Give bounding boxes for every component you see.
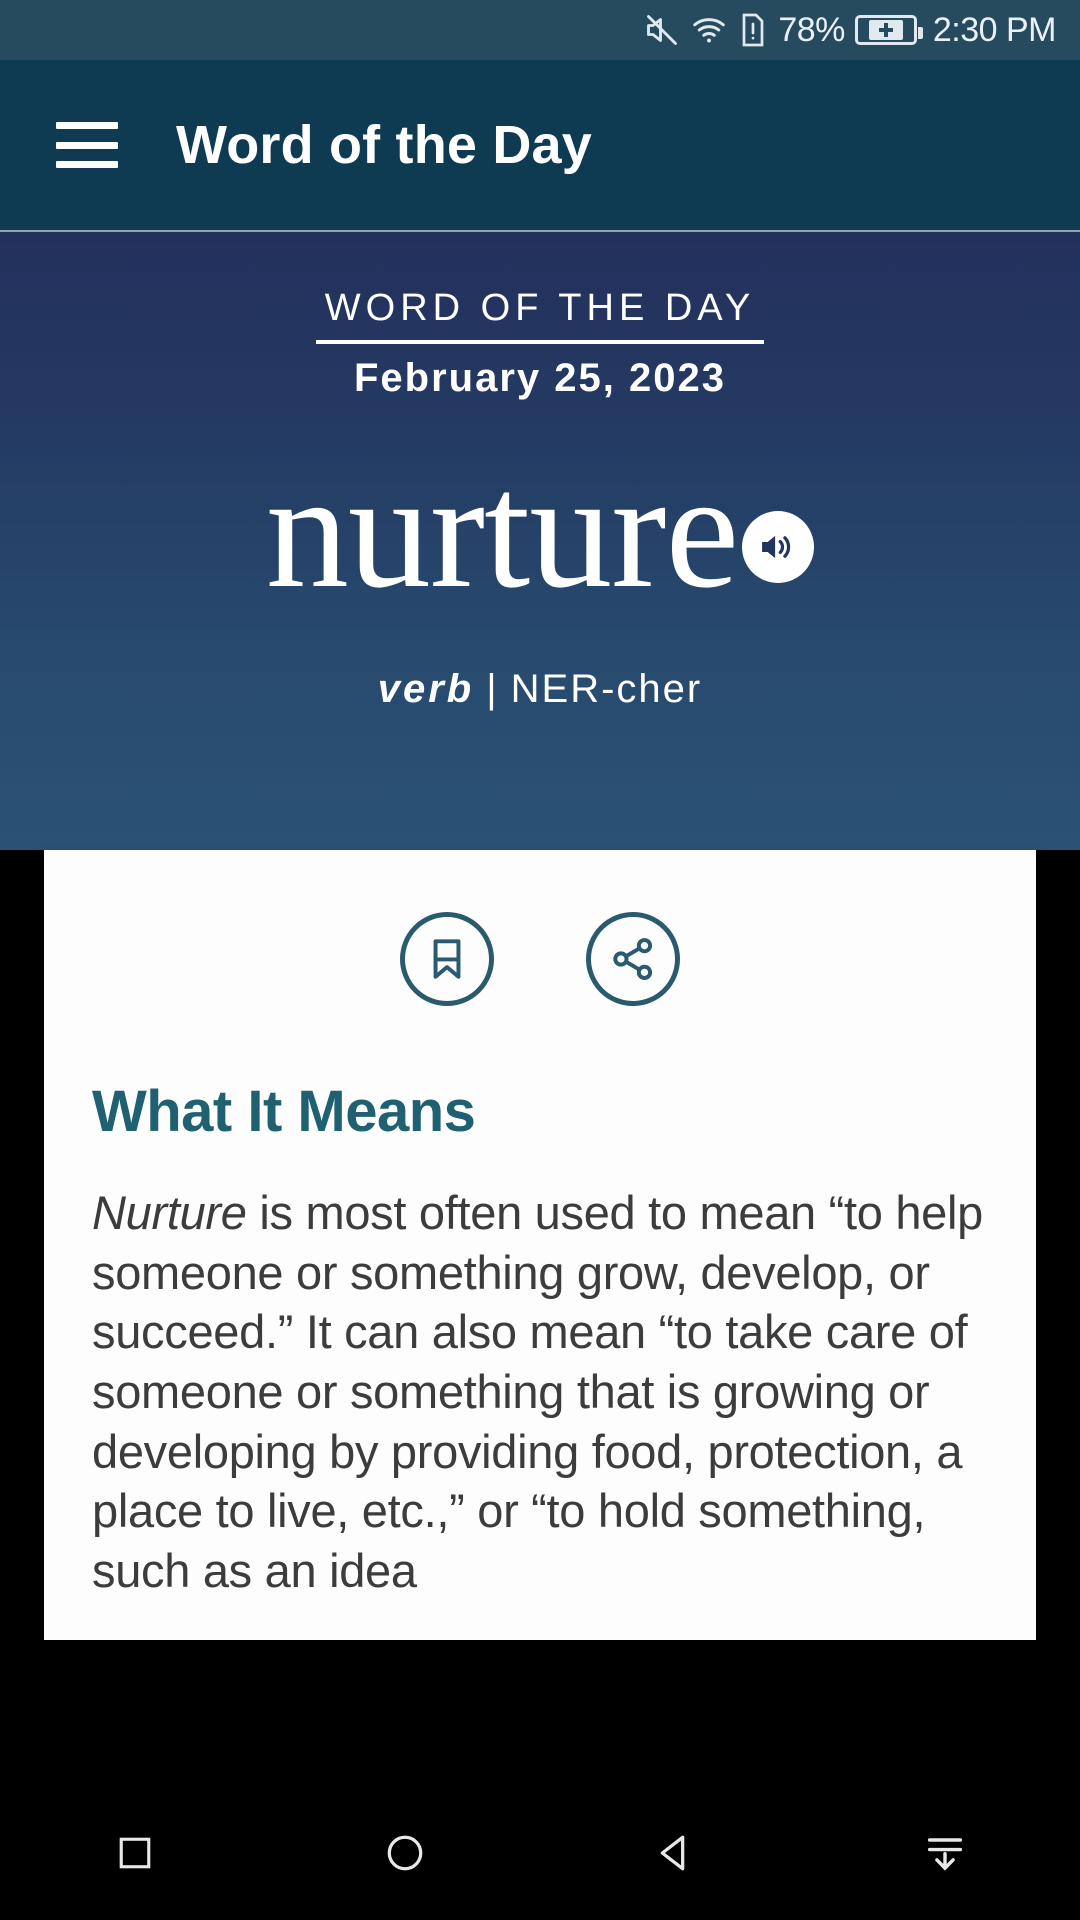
hide-keyboard-button[interactable] (885, 1786, 1005, 1920)
section-heading: What It Means (92, 1079, 476, 1144)
battery-charging-icon (854, 15, 923, 45)
hero-label-text: WORD OF THE DAY (324, 287, 756, 329)
definition-card: What It Means Nurture is most often used… (44, 850, 1036, 1640)
hero-section: WORD OF THE DAY February 25, 2023 nurtur… (0, 230, 1080, 850)
hero-date: February 25, 2023 (354, 356, 726, 400)
status-bar: 78% 2:30 PM (0, 0, 1080, 60)
word-of-the-day-screen: 78% 2:30 PM Word of the Day WORD OF THE … (0, 0, 1080, 1920)
word-of-the-day-eyebrow: WORD OF THE DAY (0, 232, 1080, 344)
speaker-icon[interactable] (742, 511, 815, 584)
pronunciation-row: verb | NER-cher (0, 667, 1080, 712)
recents-button[interactable] (75, 1786, 195, 1920)
headword-row: nurture (0, 443, 1080, 617)
hero-divider (316, 340, 764, 344)
battery-percent-label: 78% (778, 10, 845, 49)
app-bar: Word of the Day (0, 60, 1080, 230)
headword: nurture (265, 438, 739, 622)
sim-warning-icon (738, 12, 768, 48)
pron-separator: | (486, 667, 499, 712)
back-button[interactable] (615, 1786, 735, 1920)
android-nav-bar (0, 1786, 1080, 1920)
mute-icon (644, 12, 680, 48)
definition-lead-word: Nurture (92, 1186, 247, 1239)
home-button[interactable] (345, 1786, 465, 1920)
hamburger-menu-icon[interactable] (56, 122, 118, 168)
bookmark-button[interactable] (400, 912, 494, 1006)
pronunciation: NER-cher (510, 667, 703, 712)
status-bar-clock: 2:30 PM (932, 10, 1057, 49)
share-button[interactable] (586, 912, 680, 1006)
page-title: Word of the Day (176, 115, 593, 175)
definition-rest: is most often used to mean “to help some… (92, 1186, 984, 1598)
wifi-icon (690, 12, 728, 48)
part-of-speech: verb (377, 667, 475, 712)
card-action-row (44, 850, 1036, 1006)
definition-text: Nurture is most often used to mean “to h… (92, 1183, 988, 1601)
